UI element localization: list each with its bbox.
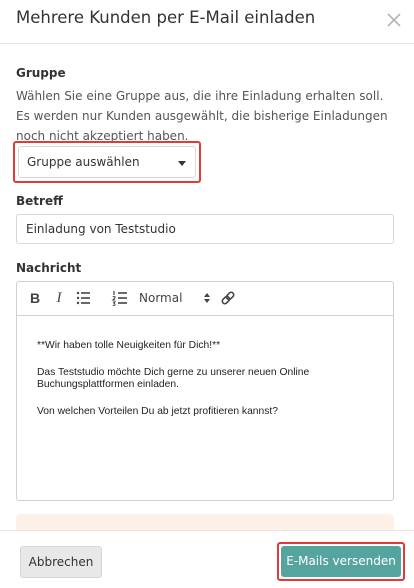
close-icon[interactable] bbox=[385, 9, 403, 31]
editor-paragraph: Das Teststudio möchte Dich gerne zu unse… bbox=[37, 367, 310, 390]
cancel-button-label: Abbrechen bbox=[28, 555, 94, 569]
modal-footer: Abbrechen E-Mails versenden bbox=[0, 530, 414, 588]
group-select-value: Gruppe auswählen bbox=[27, 155, 140, 169]
group-help-text: Wählen Sie eine Gruppe aus, die ihre Ein… bbox=[16, 89, 388, 143]
info-notice bbox=[16, 514, 394, 530]
editor-content[interactable]: **Wir haben tolle Neuigkeiten für Dich!*… bbox=[37, 340, 377, 433]
bullet-list-icon[interactable] bbox=[75, 287, 93, 309]
message-editor[interactable]: B I Normal **Wir haben tolle Neuigkeiten… bbox=[16, 281, 394, 501]
editor-paragraph: **Wir haben tolle Neuigkeiten für Dich!*… bbox=[37, 340, 221, 351]
modal-header: Mehrere Kunden per E-Mail einladen bbox=[0, 0, 414, 44]
ordered-list-icon[interactable] bbox=[111, 287, 129, 309]
up-down-arrows-icon bbox=[204, 293, 210, 303]
header-format-value: Normal bbox=[139, 291, 183, 305]
editor-toolbar: B I Normal bbox=[17, 282, 393, 316]
header-format-select[interactable]: Normal bbox=[136, 287, 212, 309]
italic-button[interactable]: I bbox=[51, 287, 67, 309]
send-emails-button[interactable]: E-Mails versenden bbox=[281, 546, 401, 577]
message-label: Nachricht bbox=[16, 261, 82, 275]
invite-modal: Mehrere Kunden per E-Mail einladen Grupp… bbox=[0, 0, 414, 588]
editor-paragraph: Von welchen Vorteilen Du ab jetzt profit… bbox=[37, 406, 278, 417]
group-select[interactable]: Gruppe auswählen bbox=[18, 146, 196, 178]
modal-body: Gruppe Wählen Sie eine Gruppe aus, die i… bbox=[0, 44, 414, 530]
cancel-button[interactable]: Abbrechen bbox=[20, 546, 102, 578]
bold-button[interactable]: B bbox=[27, 287, 43, 309]
caret-down-icon bbox=[178, 161, 186, 166]
subject-input-value: Einladung von Teststudio bbox=[26, 222, 176, 236]
modal-title: Mehrere Kunden per E-Mail einladen bbox=[16, 8, 316, 27]
group-label: Gruppe bbox=[16, 66, 66, 80]
link-icon[interactable] bbox=[219, 287, 237, 309]
subject-input[interactable]: Einladung von Teststudio bbox=[16, 214, 394, 244]
subject-label: Betreff bbox=[16, 194, 63, 208]
send-button-label: E-Mails versenden bbox=[286, 554, 396, 568]
